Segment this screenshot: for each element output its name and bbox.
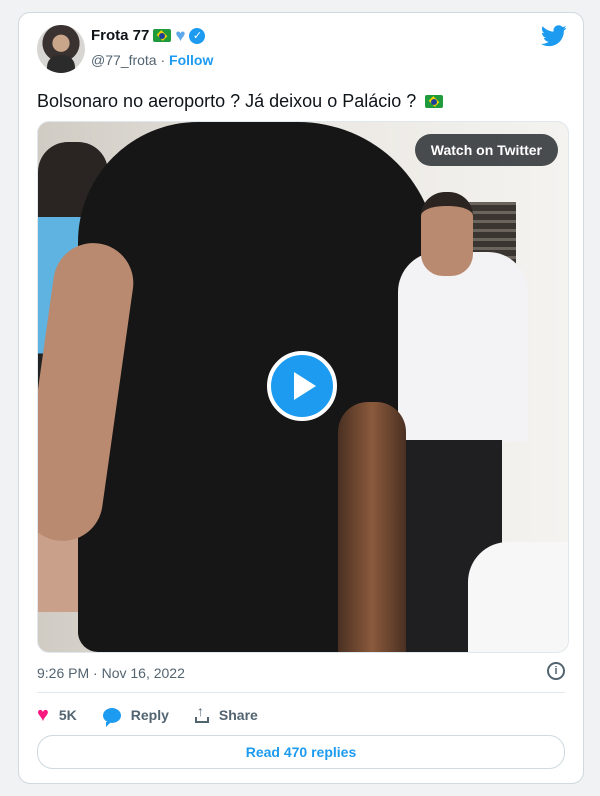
share-icon: [194, 703, 209, 723]
separator-dot: ·: [160, 52, 166, 68]
tweet-timestamp[interactable]: 9:26 PM · Nov 16, 2022: [37, 665, 185, 681]
share-label: Share: [218, 707, 258, 723]
share-button[interactable]: Share: [194, 703, 258, 723]
tweet-text-content: Bolsonaro no aeroporto ? Já deixou o Pal…: [37, 91, 417, 111]
video-player[interactable]: Watch on Twitter: [37, 121, 569, 653]
speech-bubble-icon: [102, 707, 121, 727]
read-replies-button[interactable]: Read 470 replies: [37, 735, 565, 769]
white-tablecloth: [468, 542, 568, 652]
watch-on-twitter-button[interactable]: Watch on Twitter: [414, 134, 558, 166]
author-handle[interactable]: @77_frota: [91, 52, 157, 68]
divider: [37, 692, 565, 693]
author-handle-row: @77_frota · Follow: [91, 52, 213, 68]
author-name[interactable]: Frota 77: [91, 27, 149, 44]
heart-icon: ♥: [37, 704, 49, 726]
like-count: 5K: [58, 707, 77, 723]
play-button-icon[interactable]: [267, 351, 337, 421]
brazil-flag-icon: [153, 29, 172, 42]
reply-button[interactable]: Reply: [102, 707, 169, 727]
man-white-shirt-figure: [398, 252, 528, 442]
tweet-text: Bolsonaro no aeroporto ? Já deixou o Pal…: [37, 89, 444, 113]
verified-badge-icon: ✓: [189, 27, 206, 44]
blue-heart-icon: ♥: [175, 26, 186, 45]
man-head: [421, 192, 473, 276]
follow-link[interactable]: Follow: [169, 52, 213, 68]
wooden-post: [338, 402, 406, 652]
avatar[interactable]: [37, 25, 85, 73]
tweet-actions: ♥ 5K Reply Share: [37, 703, 258, 727]
brazil-flag-icon: [425, 95, 444, 108]
twitter-bird-icon[interactable]: [541, 25, 567, 47]
like-button[interactable]: ♥ 5K: [37, 705, 77, 725]
reply-label: Reply: [130, 707, 169, 723]
info-icon[interactable]: i: [547, 662, 565, 680]
tweet-card: Frota 77 ♥ ✓ @77_frota · Follow Bolsonar…: [18, 12, 584, 784]
author-name-row[interactable]: Frota 77 ♥ ✓: [91, 26, 206, 45]
